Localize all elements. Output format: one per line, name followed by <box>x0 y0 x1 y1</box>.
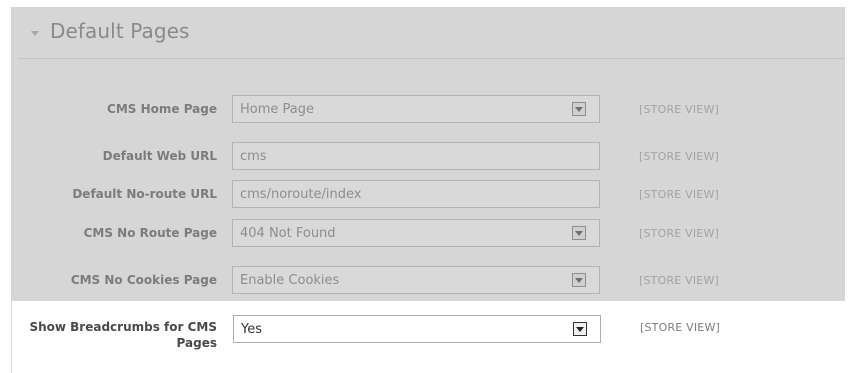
field-label: CMS No Cookies Page <box>70 273 217 287</box>
field-label: Default No-route URL <box>72 187 217 201</box>
scope-label: [STORE VIEW] <box>640 321 721 334</box>
select-value: 404 Not Found <box>240 226 336 241</box>
field-label: CMS No Route Page <box>83 226 217 240</box>
scope-label: [STORE VIEW] <box>639 188 720 201</box>
select-value: Home Page <box>240 102 314 117</box>
default-web-url-input[interactable]: cms <box>232 142 600 170</box>
scope-label: [STORE VIEW] <box>639 150 720 163</box>
input-value: cms/noroute/index <box>240 187 362 202</box>
select-value: Enable Cookies <box>240 273 340 288</box>
select-value: Yes <box>241 322 262 337</box>
field-label: Default Web URL <box>102 149 217 163</box>
cms-no-cookies-page-select[interactable]: Enable Cookies <box>232 266 600 294</box>
scope-label: [STORE VIEW] <box>639 227 720 240</box>
section-title: Default Pages <box>50 19 190 43</box>
dropdown-arrow-icon[interactable] <box>572 273 586 287</box>
show-breadcrumbs-select[interactable]: Yes <box>233 315 601 343</box>
default-noroute-url-input[interactable]: cms/noroute/index <box>232 180 600 208</box>
field-row-show-breadcrumbs: Show Breadcrumbs for CMS Pages Yes [STOR… <box>11 300 845 373</box>
dropdown-arrow-icon[interactable] <box>572 102 586 116</box>
field-label: Show Breadcrumbs for CMS Pages <box>29 320 217 350</box>
scope-label: [STORE VIEW] <box>639 274 720 287</box>
input-value: cms <box>240 149 267 164</box>
field-label: CMS Home Page <box>107 102 217 116</box>
cms-home-page-select[interactable]: Home Page <box>232 95 600 123</box>
scope-label: [STORE VIEW] <box>639 103 720 116</box>
section-header[interactable]: Default Pages <box>18 14 845 59</box>
config-page: Default Pages CMS Home Page Home Page [S… <box>0 0 852 373</box>
dropdown-arrow-icon[interactable] <box>573 322 587 336</box>
cms-no-route-page-select[interactable]: 404 Not Found <box>232 219 600 247</box>
dropdown-arrow-icon[interactable] <box>572 226 586 240</box>
collapse-chevron-icon[interactable] <box>31 31 39 36</box>
